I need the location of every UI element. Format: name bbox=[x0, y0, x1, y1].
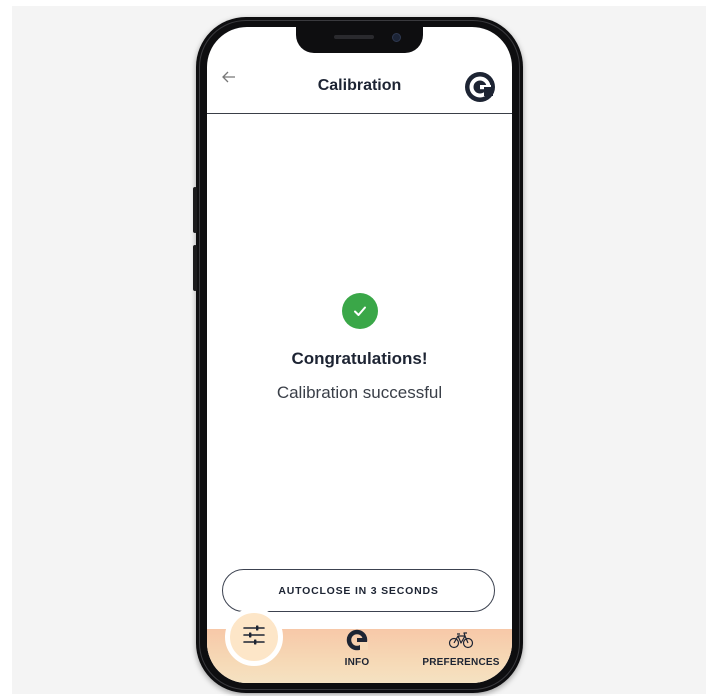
phone-notch bbox=[296, 27, 423, 53]
tab-info[interactable]: INFO bbox=[327, 629, 387, 668]
bicycle-icon bbox=[413, 629, 509, 651]
volume-down-button bbox=[193, 245, 197, 291]
tab-controls[interactable] bbox=[225, 608, 283, 666]
tab-info-label: INFO bbox=[344, 657, 370, 668]
success-message: Calibration successful bbox=[276, 383, 443, 402]
tab-preferences-label: PREFERENCES bbox=[422, 657, 500, 668]
volume-up-button bbox=[193, 187, 197, 233]
check-circle-icon bbox=[341, 293, 378, 329]
speaker-grille bbox=[334, 35, 374, 39]
app-header: Calibration bbox=[207, 57, 512, 114]
front-camera bbox=[392, 33, 401, 42]
success-heading: Congratulations! bbox=[291, 349, 428, 368]
autoclose-button[interactable]: AUTOCLOSE IN 3 SECONDS bbox=[222, 569, 495, 612]
app-screen: Calibration Congratulations! Calibration… bbox=[207, 27, 512, 683]
phone-frame: Calibration Congratulations! Calibration… bbox=[193, 17, 523, 693]
tab-preferences[interactable]: PREFERENCES bbox=[413, 629, 509, 668]
calibration-result: Congratulations! Calibration successful bbox=[207, 293, 512, 403]
brand-c-logo-icon bbox=[327, 629, 387, 651]
sliders-icon bbox=[242, 624, 266, 651]
brand-c-logo-icon bbox=[464, 71, 496, 103]
